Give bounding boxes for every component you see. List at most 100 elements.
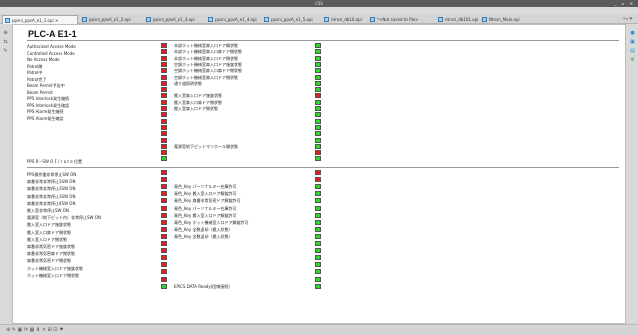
status-description: 空調ホット機械室扉入口ドア閉状態 [174,74,238,80]
right-tool-icon[interactable]: ▣ [629,39,636,45]
key-status-description: 青色_Key 搬入室入口ドア解錠許可 [174,212,237,218]
status-indicator-led [161,276,167,282]
opi-file-icon [146,17,151,22]
tab-2[interactable]: ppsni_ppsA_e1_2.opi [80,15,142,24]
right-tool-icon[interactable]: ⚙ [629,57,636,63]
status-description: 搬入室扉入口ドア閉状態 [174,106,218,111]
opi-display-canvas: PLC-A E1-1 Authorized Access Mode Control… [12,24,626,324]
status-indicator-led [161,124,167,130]
tab-overflow-icon[interactable]: »₉ ▾ [623,14,632,24]
status-indicator-led [161,233,167,239]
status-indicator-led [315,248,321,254]
status-indicator-led [161,68,167,74]
status-indicator-led [161,61,167,67]
emergency-status-label: 扉番非常非常停止3SW ON [27,193,76,199]
emergency-status-label: 扉番非常気密ドア施錠状態 [27,244,75,249]
emergency-status-label: 搬入室入口ドア施錠状態 [27,222,71,228]
right-tool-icon[interactable]: ▤ [629,48,636,54]
status-label: Patrol完了 [27,76,47,82]
opi-file-icon [482,17,487,22]
rsw-position-label: PPS R－SW O F / r a t e 位置 [27,159,83,164]
status-indicator-led [161,262,167,268]
status-indicator-led [315,191,321,197]
left-tool-icon[interactable]: ✎ [2,48,9,54]
status-label: No Access Mode [27,57,60,62]
status-indicator-led [315,269,321,275]
status-indicator-led [315,143,321,149]
tab-6[interactable]: ntnsn_db10.opi [322,15,366,24]
key-status-description: EPICS DATA Ready(回線接続) [174,283,230,289]
tab-label: ppsni_ppsA_e1_4.opi [215,17,257,22]
emergency-status-label: 扉番非常非常停止4SW ON [27,200,76,206]
status-indicator-led [315,212,321,218]
key-status-description: 青色_Key 扉番非常気密ドア解錠許可 [174,198,241,204]
tab-4[interactable]: ppsni_ppsA_e1_4.opi [206,15,260,24]
tab-label: ntnsn_db101.opi [445,17,478,22]
tab-label: ppsni_ppsA_e1_3.opi [153,17,195,22]
status-indicator-led [315,170,321,175]
status-indicator-led [161,191,167,197]
status-description: 本部ホット機械室扉入口ドア開状態 [174,43,238,48]
tab-1[interactable]: ppsni_ppsA_e1_1.opi ✕ [2,15,78,24]
emergency-status-label: 扉番非常気密扉ドア閉状態 [27,251,75,257]
right-tool-icon[interactable]: ● [629,30,636,36]
tab-9[interactable]: Ntnsn_Main.opi [480,15,530,24]
status-indicator-led [315,255,321,261]
key-status-description: 青色_Key 全数返却（搬入状態） [174,226,233,232]
status-description: 本部ホット機械室扉入口ドア閉状態 [174,55,238,61]
tab-label: ppsni_ppsA_e1_2.opi [89,17,131,22]
tab-label: ntnsn_db10.opi [331,17,362,22]
status-indicator-led [161,283,167,289]
emergency-status-label: 搬入室非常停止SW ON [27,208,69,213]
page-title: PLC-A E1-1 [28,29,77,39]
status-description: 搬入室扉入口扉ドア閉状態 [174,99,222,105]
status-description: 空調ホット機械室扉入口扉ドア閉状態 [174,68,242,74]
status-indicator-led [161,74,167,80]
status-label: Patrol開 [27,63,43,69]
emergency-status-label: ホット機械室入口ドア施錠状態 [27,265,83,271]
status-indicator-led [161,241,167,246]
tab-label: ppsni_ppsA_e1_1.opi ✕ [12,18,59,23]
title-divider [27,40,619,41]
window-titlebar: CSS _ ▫ ✕ [0,0,638,7]
editor-tab-bar: ppsni_ppsA_e1_1.opi ✕ ppsni_ppsA_e1_2.opi… [0,14,638,24]
status-indicator-led [315,93,321,99]
tab-8[interactable]: ntnsn_db101.opi [436,15,478,24]
status-indicator-led [315,99,321,105]
left-tool-icon[interactable]: ⇆ [2,39,9,45]
status-indicator-led [315,156,321,162]
status-indicator-led [161,93,167,99]
status-label: Patrol中 [27,70,43,75]
status-indicator-led [161,106,167,111]
status-tool-icons[interactable]: ⊕ ✎ ▣ ⟳ ▦ ⬇ ✕ ⊞ ⊡ ⚑ [6,327,64,333]
status-label: Beam Permit予告中 [27,83,65,88]
status-indicator-led [315,112,321,118]
window-controls[interactable]: _ ▫ ✕ [614,0,635,7]
status-indicator-led [161,118,167,124]
status-indicator-led [161,43,167,48]
status-indicator-led [161,170,167,175]
emergency-status-label: ホット機械室入口ドア閉状態 [27,272,79,278]
status-label: PPS Alarm発生継続 [27,109,64,114]
tab-5[interactable]: ppsni_ppsA_e1_5.opi [262,15,320,24]
key-status-description: 青色_Key ホット機械室入口ドア解錠許可 [174,219,249,225]
status-indicator-led [315,74,321,80]
key-status-description: 青色_Key 搬入室入口ドア解錠許可 [174,191,237,197]
status-indicator-led [315,118,321,124]
status-indicator-led [315,283,321,289]
status-label: Controlled Access Mode [27,50,75,56]
status-indicator-led [315,106,321,111]
status-indicator-led [315,68,321,74]
opi-file-icon [5,18,10,23]
key-status-description: 青色_Key 全数返却（搬入状態） [174,233,233,239]
left-tool-icon[interactable]: ⊕ [2,30,9,36]
status-indicator-led [161,49,167,55]
tab-7[interactable]: *<Not saved to file> [368,15,434,24]
opi-file-icon [324,17,329,22]
opi-file-icon [438,17,443,22]
section-divider [27,167,619,168]
status-indicator-led [161,80,167,86]
status-indicator-led [161,112,167,118]
tab-3[interactable]: ppsni_ppsA_e1_3.opi [144,15,204,24]
status-indicator-led [161,248,167,254]
